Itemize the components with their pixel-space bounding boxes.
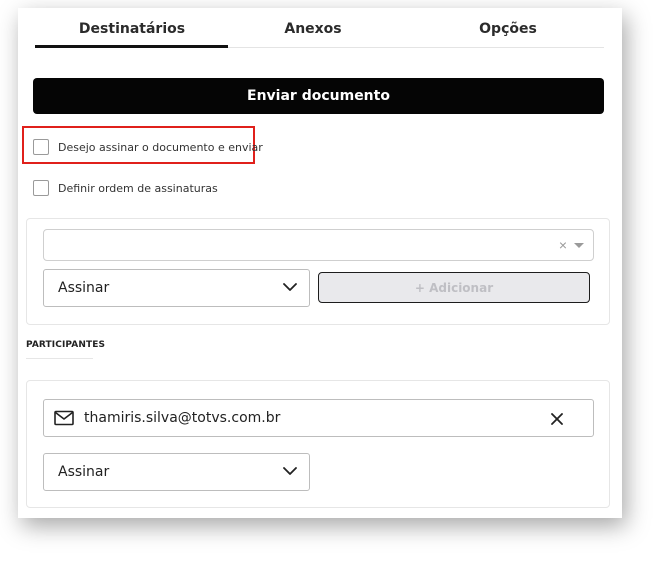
participant-action-value: Assinar <box>58 464 110 480</box>
signature-order-option[interactable]: Definir ordem de assinaturas <box>33 180 218 196</box>
mail-icon <box>54 410 74 426</box>
add-recipient-card: × Assinar + Adicionar <box>26 218 610 325</box>
tab-opcoes[interactable]: Opções <box>438 21 578 37</box>
participant-email: thamiris.silva@totvs.com.br <box>84 410 281 426</box>
sign-and-send-option[interactable]: Desejo assinar o documento e enviar <box>33 139 263 155</box>
tab-destinatarios[interactable]: Destinatários <box>36 21 228 37</box>
participant-card: thamiris.silva@totvs.com.br Assinar <box>26 380 610 508</box>
add-recipient-button[interactable]: + Adicionar <box>318 272 590 303</box>
action-select[interactable]: Assinar <box>43 269 310 307</box>
participant-action-select[interactable]: Assinar <box>43 453 310 491</box>
close-icon[interactable] <box>551 413 563 425</box>
participants-heading-underline <box>26 358 93 359</box>
active-tab-indicator <box>35 45 228 48</box>
tab-bar: Destinatários Anexos Opções <box>18 8 622 48</box>
recipient-search-combobox[interactable]: × <box>43 229 594 261</box>
sign-and-send-checkbox[interactable] <box>33 139 49 155</box>
tab-anexos[interactable]: Anexos <box>248 21 378 37</box>
chevron-down-icon <box>283 283 297 291</box>
action-select-value: Assinar <box>58 280 110 296</box>
sign-and-send-label: Desejo assinar o documento e enviar <box>58 140 263 154</box>
document-panel: Destinatários Anexos Opções Enviar docum… <box>18 8 622 518</box>
signature-order-checkbox[interactable] <box>33 180 49 196</box>
send-document-button[interactable]: Enviar documento <box>33 78 604 114</box>
caret-down-icon[interactable] <box>574 243 584 248</box>
chevron-down-icon <box>283 467 297 475</box>
participant-email-field[interactable]: thamiris.silva@totvs.com.br <box>43 399 594 437</box>
tab-divider <box>228 47 604 48</box>
signature-order-label: Definir ordem de assinaturas <box>58 181 218 195</box>
participants-heading: PARTICIPANTES <box>26 340 106 350</box>
clear-icon[interactable]: × <box>559 237 567 253</box>
